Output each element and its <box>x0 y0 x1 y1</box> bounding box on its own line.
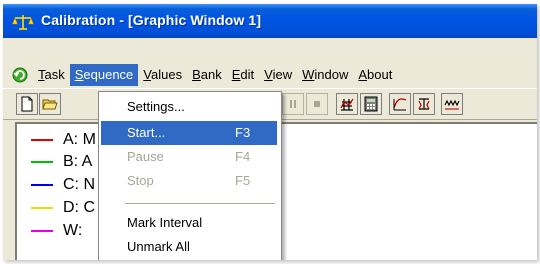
signal-icon <box>444 99 460 110</box>
legend-label: C: N <box>63 176 95 193</box>
new-button[interactable] <box>16 93 38 115</box>
new-document-icon <box>21 96 33 112</box>
menu-item-start[interactable]: Start... F3 <box>101 121 277 145</box>
legend-item-a: A: M <box>31 130 96 150</box>
calculator-button[interactable] <box>360 93 382 115</box>
legend-item-b: B: A <box>31 152 92 172</box>
open-button[interactable] <box>39 93 61 115</box>
menu-separator <box>125 203 275 204</box>
legend-item-w: W: <box>31 221 82 241</box>
window-title: Calibration - [Graphic Window 1] <box>41 12 262 28</box>
legend-line <box>31 139 53 141</box>
scales-icon <box>12 15 34 30</box>
legend-line <box>31 184 53 186</box>
stop-icon <box>314 101 320 107</box>
menu-bank[interactable]: Bank <box>187 64 227 86</box>
legend-label: D: C <box>63 199 95 216</box>
menu-item-pause: Pause F4 <box>127 149 251 164</box>
calibration-icon <box>418 98 430 110</box>
menu-item-stop: Stop F5 <box>127 173 251 188</box>
menu-edit[interactable]: Edit <box>227 64 259 86</box>
pause-icon <box>290 100 296 108</box>
menu-sequence[interactable]: Sequence <box>69 64 139 86</box>
menu-bar: Task Sequence Values Bank Edit View Wind… <box>3 62 537 88</box>
chart-grid-icon <box>340 98 354 111</box>
curve-button[interactable] <box>389 93 411 115</box>
legend-line <box>31 230 53 232</box>
legend-label: A: M <box>63 131 96 148</box>
menu-task[interactable]: Task <box>33 64 70 86</box>
calculator-icon <box>364 96 378 112</box>
chart-grid-button[interactable] <box>336 93 358 115</box>
legend-label: B: A <box>63 153 93 170</box>
legend-line <box>31 207 53 209</box>
menu-item-mark-interval[interactable]: Mark Interval <box>101 211 277 235</box>
menu-about[interactable]: About <box>353 64 397 86</box>
menu-view[interactable]: View <box>259 64 297 86</box>
legend-item-d: D: C <box>31 198 95 218</box>
calibration-button[interactable] <box>413 93 435 115</box>
curve-icon <box>393 98 407 111</box>
legend-item-c: C: N <box>31 175 95 195</box>
stop-button[interactable] <box>306 93 328 115</box>
pause-button[interactable] <box>282 93 304 115</box>
menu-item-settings[interactable]: Settings... <box>101 95 277 119</box>
title-bar[interactable]: Calibration - [Graphic Window 1] <box>3 4 537 38</box>
menu-values[interactable]: Values <box>138 64 187 86</box>
sequence-dropdown-menu: Settings... Start... F3 Pause F4 Stop F5… <box>98 91 282 260</box>
signal-button[interactable] <box>441 93 463 115</box>
open-folder-icon <box>42 99 58 110</box>
app-window: Calibration - [Graphic Window 1] Task Se… <box>3 4 537 260</box>
legend-label: W: <box>63 222 83 239</box>
menu-window[interactable]: Window <box>297 64 353 86</box>
legend-line <box>31 161 53 163</box>
menu-item-unmark-all[interactable]: Unmark All <box>101 235 277 259</box>
task-icon[interactable] <box>11 66 29 84</box>
